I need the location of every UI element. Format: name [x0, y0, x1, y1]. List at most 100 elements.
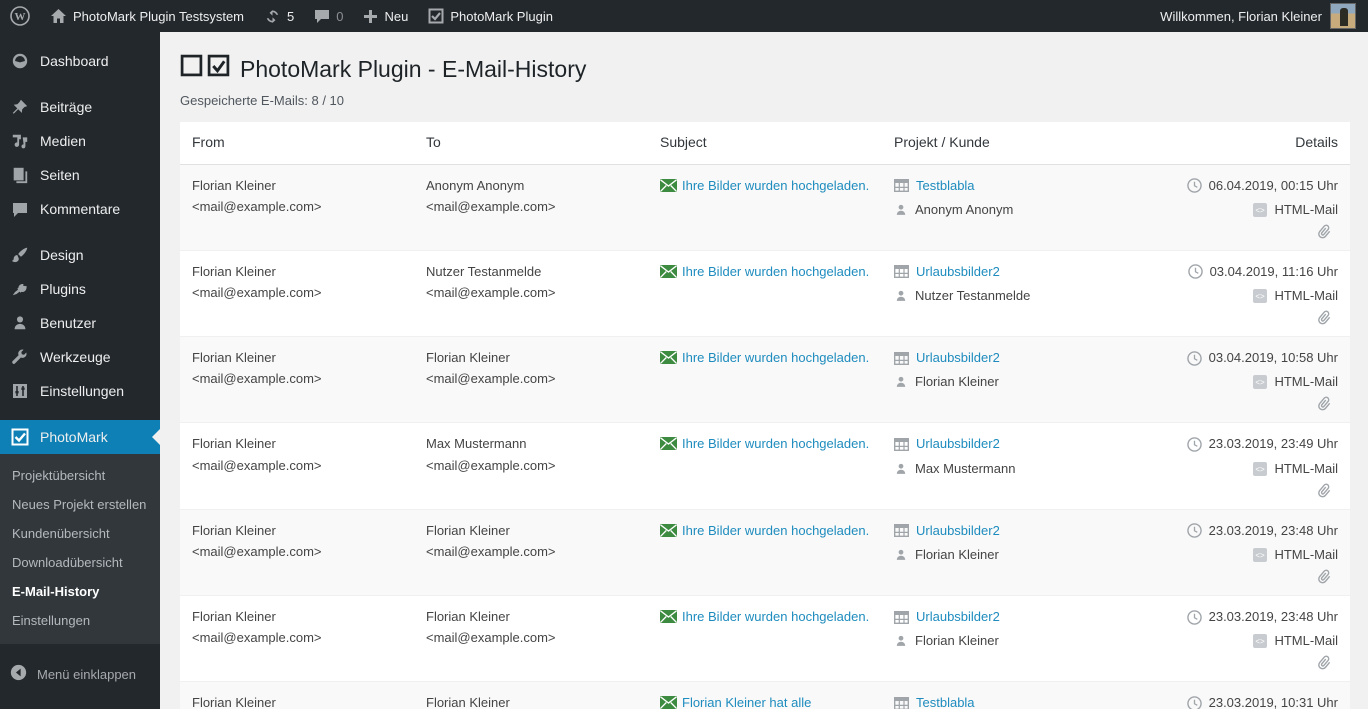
project-icon: [894, 265, 909, 279]
subject-link[interactable]: Ihre Bilder wurden hochgeladen.: [682, 523, 869, 538]
from-cell: Florian Kleiner<mail@example.com>: [192, 436, 322, 473]
comments-link[interactable]: 0: [304, 0, 353, 32]
new-label: Neu: [384, 8, 409, 24]
email-date: 23.03.2019, 23:48 Uhr: [1208, 608, 1338, 624]
project-icon: [894, 696, 909, 709]
submenu-item-new-project[interactable]: Neues Projekt erstellen: [0, 490, 160, 519]
envelope-icon: [660, 178, 677, 192]
project-icon: [894, 524, 909, 538]
project-icon: [894, 437, 909, 451]
photomark-plugin-shortcut[interactable]: PhotoMark Plugin: [418, 0, 563, 32]
sidebar-label: Seiten: [40, 167, 80, 183]
project-link[interactable]: Urlaubsbilder2: [916, 607, 1000, 627]
new-content-menu[interactable]: Neu: [353, 0, 418, 32]
project-link[interactable]: Urlaubsbilder2: [916, 262, 1000, 282]
submenu-item-customers[interactable]: Kundenübersicht: [0, 519, 160, 548]
project-icon: [894, 351, 909, 365]
envelope-icon: [660, 437, 677, 451]
sidebar-label: Dashboard: [40, 53, 109, 69]
sidebar-item-dashboard[interactable]: Dashboard: [0, 44, 160, 78]
svg-text:<>: <>: [1256, 551, 1266, 560]
table-row: Florian Kleiner<mail@example.com> Floria…: [180, 336, 1350, 423]
envelope-icon: [660, 351, 677, 365]
email-history-table: From To Subject Projekt / Kunde Details …: [180, 121, 1350, 709]
project-link[interactable]: Testblabla: [916, 176, 975, 196]
from-cell: Florian Kleiner<mail@example.com>: [192, 522, 322, 559]
table-row: Florian Kleiner<mail@example.com> Floria…: [180, 594, 1350, 681]
html-mail-icon: <>: [1253, 202, 1268, 217]
project-link[interactable]: Testblabla: [916, 693, 975, 709]
sidebar-item-posts[interactable]: Beiträge: [0, 90, 160, 124]
sidebar-item-comments[interactable]: Kommentare: [0, 192, 160, 226]
details-cell: 23.03.2019, 10:31 Uhr <> HTML-Mail mit A…: [1116, 682, 1350, 709]
subject-cell: Ihre Bilder wurden hochgeladen.: [648, 423, 882, 508]
clock-icon: [1186, 437, 1202, 452]
subject-link[interactable]: Ihre Bilder wurden hochgeladen.: [682, 436, 869, 451]
sidebar-label: Benutzer: [40, 315, 97, 331]
project-cell: Urlaubsbilder2 Florian Kleiner: [882, 510, 1116, 595]
table-header-row: From To Subject Projekt / Kunde Details: [180, 122, 1350, 165]
submenu-item-settings[interactable]: Einstellungen: [0, 606, 160, 635]
subject-link[interactable]: Ihre Bilder wurden hochgeladen.: [682, 178, 869, 193]
details-cell: 06.04.2019, 00:15 Uhr <> HTML-Mail: [1116, 165, 1350, 250]
sidebar-label: Beiträge: [40, 99, 93, 115]
wordpress-logo-menu[interactable]: W: [0, 0, 40, 32]
pin-icon: [10, 98, 30, 116]
sidebar-item-pages[interactable]: Seiten: [0, 158, 160, 192]
customer-name: Anonym Anonym: [915, 201, 1014, 217]
customer-name: Max Mustermann: [915, 460, 1016, 476]
sidebar-item-users[interactable]: Benutzer: [0, 306, 160, 340]
col-header-subject: Subject: [660, 133, 707, 150]
sidebar-label: Kommentare: [40, 201, 121, 217]
sidebar-item-plugins[interactable]: Plugins: [0, 272, 160, 306]
collapse-menu-button[interactable]: Menü einklappen: [0, 654, 160, 694]
submenu-item-downloads[interactable]: Downloadübersicht: [0, 548, 160, 577]
envelope-icon: [660, 609, 677, 623]
project-icon: [894, 179, 909, 193]
comments-count: 0: [336, 8, 344, 24]
sidebar-item-settings[interactable]: Einstellungen: [0, 374, 160, 408]
table-row: Florian Kleiner<mail@example.com> Floria…: [180, 681, 1350, 709]
to-cell: Nutzer Testanmelde <mail@example.com>: [426, 263, 556, 300]
subject-link[interactable]: Ihre Bilder wurden hochgeladen.: [682, 350, 869, 365]
subject-link[interactable]: Ihre Bilder wurden hochgeladen.: [682, 609, 869, 624]
svg-text:<>: <>: [1256, 378, 1266, 387]
submenu-item-projects[interactable]: Projektübersicht: [0, 461, 160, 490]
envelope-icon: [660, 523, 677, 537]
attachment-icon: [1318, 655, 1331, 670]
to-cell: Florian Kleiner<mail@example.com>: [426, 522, 556, 559]
account-menu[interactable]: Willkommen, Florian Kleiner: [1148, 0, 1368, 32]
sidebar-item-design[interactable]: Design: [0, 238, 160, 272]
updates-link[interactable]: 5: [254, 0, 304, 32]
subject-link[interactable]: Ihre Bilder wurden hochgeladen.: [682, 264, 869, 279]
email-date: 23.03.2019, 23:48 Uhr: [1208, 522, 1338, 538]
site-name-link[interactable]: PhotoMark Plugin Testsystem: [40, 0, 254, 32]
attachment-icon: [1318, 483, 1331, 498]
wrench-icon: [10, 348, 30, 366]
subject-link[interactable]: Florian Kleiner hat alle gewünschten Bil…: [660, 695, 835, 709]
project-link[interactable]: Urlaubsbilder2: [916, 348, 1000, 368]
mail-type: HTML-Mail: [1274, 288, 1338, 303]
dashboard-icon: [10, 52, 30, 70]
project-link[interactable]: Urlaubsbilder2: [916, 434, 1000, 454]
col-header-project: Projekt / Kunde: [894, 133, 990, 150]
email-date: 03.04.2019, 11:16 Uhr: [1209, 263, 1338, 279]
paintbrush-icon: [10, 246, 30, 264]
project-icon: [894, 610, 909, 624]
mail-type: HTML-Mail: [1274, 201, 1338, 217]
home-icon: [50, 8, 67, 24]
sidebar-item-photomark[interactable]: PhotoMark: [0, 420, 160, 454]
checkbox-checked-icon: [428, 8, 444, 24]
sidebar-item-tools[interactable]: Werkzeuge: [0, 340, 160, 374]
table-row: Florian Kleiner <mail@example.com> Nutzer…: [180, 249, 1350, 336]
attachment-icon: [1318, 569, 1331, 584]
customer-name: Florian Kleiner: [915, 633, 999, 649]
sliders-icon: [10, 383, 30, 399]
customer-name: Florian Kleiner: [915, 374, 999, 390]
sidebar-item-media[interactable]: Medien: [0, 124, 160, 158]
sidebar-label: Werkzeuge: [40, 349, 111, 365]
table-rows: Florian Kleiner <mail@example.com> Anonym…: [180, 164, 1350, 709]
submenu-item-email-history[interactable]: E-Mail-History: [0, 577, 160, 606]
clock-icon: [1186, 696, 1202, 709]
project-link[interactable]: Urlaubsbilder2: [916, 521, 1000, 541]
